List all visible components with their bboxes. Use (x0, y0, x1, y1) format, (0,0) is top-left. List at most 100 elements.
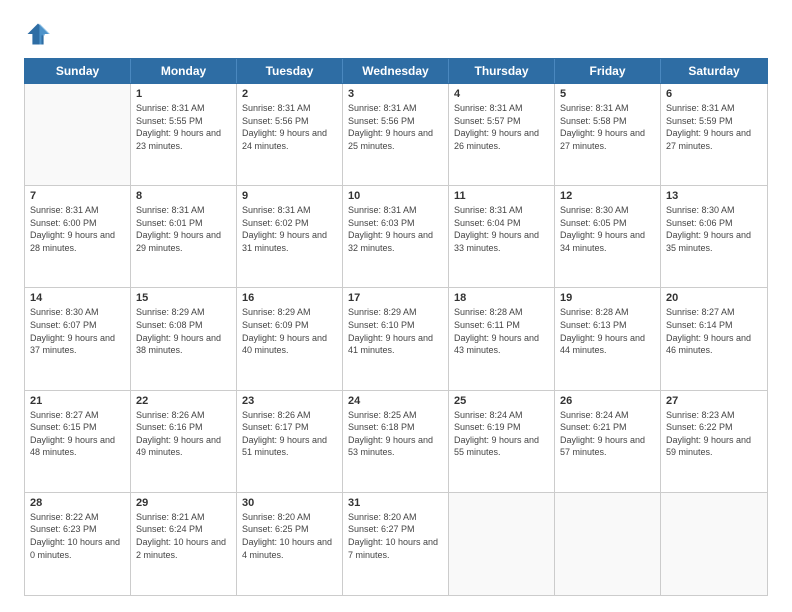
cell-info: Sunrise: 8:31 AMSunset: 5:56 PMDaylight:… (242, 102, 337, 152)
cal-cell: 15Sunrise: 8:29 AMSunset: 6:08 PMDayligh… (131, 288, 237, 389)
day-number: 24 (348, 395, 443, 407)
week-row-1: 1 Sunrise: 8:31 AMSunset: 5:55 PMDaylight… (25, 84, 767, 186)
day-number: 28 (30, 497, 125, 509)
day-number: 23 (242, 395, 337, 407)
day-number: 8 (136, 190, 231, 202)
cal-cell: 23 Sunrise: 8:26 AMSunset: 6:17 PMDayligh… (237, 391, 343, 492)
cell-info: Sunrise: 8:30 AMSunset: 6:07 PMDaylight:… (30, 306, 125, 356)
day-number: 16 (242, 292, 337, 304)
cal-cell: 6 Sunrise: 8:31 AMSunset: 5:59 PMDaylight… (661, 84, 767, 185)
week-row-5: 28 Sunrise: 8:22 AMSunset: 6:23 PMDayligh… (25, 493, 767, 595)
cell-info: Sunrise: 8:21 AMSunset: 6:24 PMDaylight:… (136, 511, 231, 561)
page: SundayMondayTuesdayWednesdayThursdayFrid… (0, 0, 792, 612)
cell-info: Sunrise: 8:31 AMSunset: 5:59 PMDaylight:… (666, 102, 762, 152)
cal-cell: 10 Sunrise: 8:31 AMSunset: 6:03 PMDayligh… (343, 186, 449, 287)
cal-cell: 22 Sunrise: 8:26 AMSunset: 6:16 PMDayligh… (131, 391, 237, 492)
day-number: 18 (454, 292, 549, 304)
cal-cell (555, 493, 661, 595)
day-number: 4 (454, 88, 549, 100)
cal-cell: 17 Sunrise: 8:29 AMSunset: 6:10 PMDayligh… (343, 288, 449, 389)
header (24, 20, 768, 48)
cell-info: Sunrise: 8:30 AMSunset: 6:06 PMDaylight:… (666, 204, 762, 254)
day-number: 25 (454, 395, 549, 407)
day-number: 7 (30, 190, 125, 202)
cal-cell: 31Sunrise: 8:20 AMSunset: 6:27 PMDayligh… (343, 493, 449, 595)
cal-cell: 7 Sunrise: 8:31 AMSunset: 6:00 PMDaylight… (25, 186, 131, 287)
day-number: 22 (136, 395, 231, 407)
calendar-body: 1 Sunrise: 8:31 AMSunset: 5:55 PMDaylight… (24, 84, 768, 596)
cell-info: Sunrise: 8:23 AMSunset: 6:22 PMDaylight:… (666, 409, 762, 459)
day-number: 14 (30, 292, 125, 304)
day-number: 12 (560, 190, 655, 202)
day-number: 17 (348, 292, 443, 304)
day-number: 10 (348, 190, 443, 202)
cal-cell: 11 Sunrise: 8:31 AMSunset: 6:04 PMDayligh… (449, 186, 555, 287)
header-day-wednesday: Wednesday (343, 59, 449, 83)
day-number: 30 (242, 497, 337, 509)
cell-info: Sunrise: 8:20 AMSunset: 6:27 PMDaylight:… (348, 511, 443, 561)
cal-cell: 1 Sunrise: 8:31 AMSunset: 5:55 PMDaylight… (131, 84, 237, 185)
cal-cell: 26 Sunrise: 8:24 AMSunset: 6:21 PMDayligh… (555, 391, 661, 492)
cell-info: Sunrise: 8:29 AMSunset: 6:10 PMDaylight:… (348, 306, 443, 356)
day-number: 11 (454, 190, 549, 202)
cell-info: Sunrise: 8:31 AMSunset: 5:56 PMDaylight:… (348, 102, 443, 152)
cell-info: Sunrise: 8:26 AMSunset: 6:16 PMDaylight:… (136, 409, 231, 459)
cal-cell: 14 Sunrise: 8:30 AMSunset: 6:07 PMDayligh… (25, 288, 131, 389)
cell-info: Sunrise: 8:20 AMSunset: 6:25 PMDaylight:… (242, 511, 337, 561)
cal-cell: 12 Sunrise: 8:30 AMSunset: 6:05 PMDayligh… (555, 186, 661, 287)
cell-info: Sunrise: 8:31 AMSunset: 6:01 PMDaylight:… (136, 204, 231, 254)
cell-info: Sunrise: 8:28 AMSunset: 6:11 PMDaylight:… (454, 306, 549, 356)
cal-cell: 21Sunrise: 8:27 AMSunset: 6:15 PMDayligh… (25, 391, 131, 492)
cal-cell: 8 Sunrise: 8:31 AMSunset: 6:01 PMDaylight… (131, 186, 237, 287)
cell-info: Sunrise: 8:30 AMSunset: 6:05 PMDaylight:… (560, 204, 655, 254)
day-number: 29 (136, 497, 231, 509)
day-number: 27 (666, 395, 762, 407)
day-number: 6 (666, 88, 762, 100)
cal-cell: 5Sunrise: 8:31 AMSunset: 5:58 PMDaylight… (555, 84, 661, 185)
cell-info: Sunrise: 8:22 AMSunset: 6:23 PMDaylight:… (30, 511, 125, 561)
header-day-thursday: Thursday (449, 59, 555, 83)
day-number: 19 (560, 292, 655, 304)
cell-info: Sunrise: 8:24 AMSunset: 6:19 PMDaylight:… (454, 409, 549, 459)
header-day-saturday: Saturday (661, 59, 767, 83)
cell-info: Sunrise: 8:31 AMSunset: 5:55 PMDaylight:… (136, 102, 231, 152)
cal-cell: 16 Sunrise: 8:29 AMSunset: 6:09 PMDayligh… (237, 288, 343, 389)
cell-info: Sunrise: 8:24 AMSunset: 6:21 PMDaylight:… (560, 409, 655, 459)
cell-info: Sunrise: 8:31 AMSunset: 5:58 PMDaylight:… (560, 102, 655, 152)
cell-info: Sunrise: 8:31 AMSunset: 5:57 PMDaylight:… (454, 102, 549, 152)
cell-info: Sunrise: 8:31 AMSunset: 6:00 PMDaylight:… (30, 204, 125, 254)
cal-cell: 30 Sunrise: 8:20 AMSunset: 6:25 PMDayligh… (237, 493, 343, 595)
cal-cell: 3 Sunrise: 8:31 AMSunset: 5:56 PMDaylight… (343, 84, 449, 185)
day-number: 15 (136, 292, 231, 304)
day-number: 20 (666, 292, 762, 304)
day-number: 9 (242, 190, 337, 202)
cal-cell: 18 Sunrise: 8:28 AMSunset: 6:11 PMDayligh… (449, 288, 555, 389)
cal-cell: 13 Sunrise: 8:30 AMSunset: 6:06 PMDayligh… (661, 186, 767, 287)
day-number: 3 (348, 88, 443, 100)
week-row-3: 14 Sunrise: 8:30 AMSunset: 6:07 PMDayligh… (25, 288, 767, 390)
week-row-2: 7 Sunrise: 8:31 AMSunset: 6:00 PMDaylight… (25, 186, 767, 288)
cal-cell (25, 84, 131, 185)
cal-cell (661, 493, 767, 595)
cell-info: Sunrise: 8:31 AMSunset: 6:02 PMDaylight:… (242, 204, 337, 254)
cal-cell: 19 Sunrise: 8:28 AMSunset: 6:13 PMDayligh… (555, 288, 661, 389)
header-day-monday: Monday (131, 59, 237, 83)
cal-cell: 2 Sunrise: 8:31 AMSunset: 5:56 PMDaylight… (237, 84, 343, 185)
cell-info: Sunrise: 8:31 AMSunset: 6:03 PMDaylight:… (348, 204, 443, 254)
cal-cell: 9 Sunrise: 8:31 AMSunset: 6:02 PMDaylight… (237, 186, 343, 287)
cell-info: Sunrise: 8:26 AMSunset: 6:17 PMDaylight:… (242, 409, 337, 459)
cal-cell: 25 Sunrise: 8:24 AMSunset: 6:19 PMDayligh… (449, 391, 555, 492)
cell-info: Sunrise: 8:28 AMSunset: 6:13 PMDaylight:… (560, 306, 655, 356)
cal-cell: 29 Sunrise: 8:21 AMSunset: 6:24 PMDayligh… (131, 493, 237, 595)
header-day-tuesday: Tuesday (237, 59, 343, 83)
cell-info: Sunrise: 8:31 AMSunset: 6:04 PMDaylight:… (454, 204, 549, 254)
cell-info: Sunrise: 8:25 AMSunset: 6:18 PMDaylight:… (348, 409, 443, 459)
cal-cell (449, 493, 555, 595)
day-number: 13 (666, 190, 762, 202)
cell-info: Sunrise: 8:29 AMSunset: 6:09 PMDaylight:… (242, 306, 337, 356)
cal-cell: 24 Sunrise: 8:25 AMSunset: 6:18 PMDayligh… (343, 391, 449, 492)
calendar: SundayMondayTuesdayWednesdayThursdayFrid… (24, 58, 768, 596)
day-number: 26 (560, 395, 655, 407)
day-number: 2 (242, 88, 337, 100)
day-number: 1 (136, 88, 231, 100)
